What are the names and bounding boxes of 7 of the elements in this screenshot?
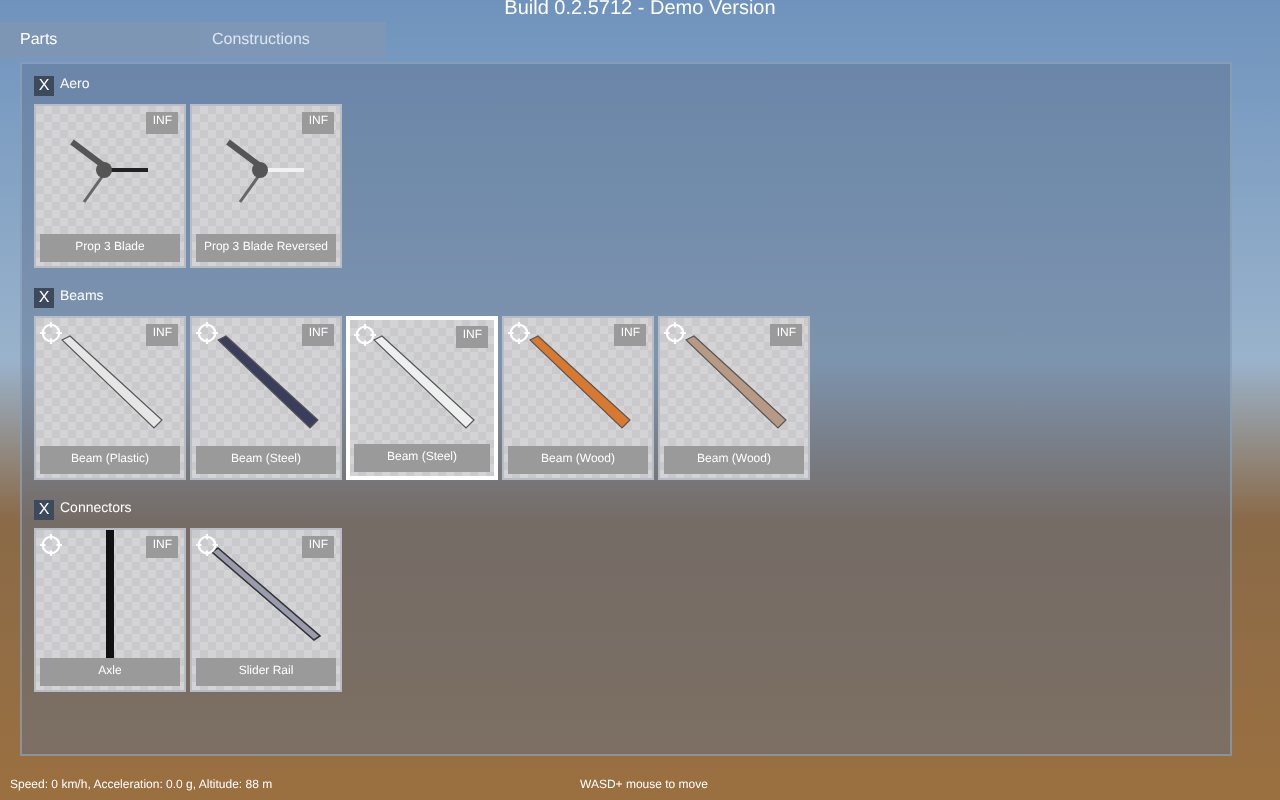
collapse-button[interactable]: X [34,76,54,96]
tab[interactable]: Parts [0,22,200,58]
collapse-button[interactable]: X [34,500,54,520]
tab[interactable]: Constructions [200,22,386,58]
collapse-button[interactable]: X [34,288,54,308]
window-title: Build 0.2.5712 - Demo Version [504,0,776,20]
move-icon[interactable] [196,534,218,556]
